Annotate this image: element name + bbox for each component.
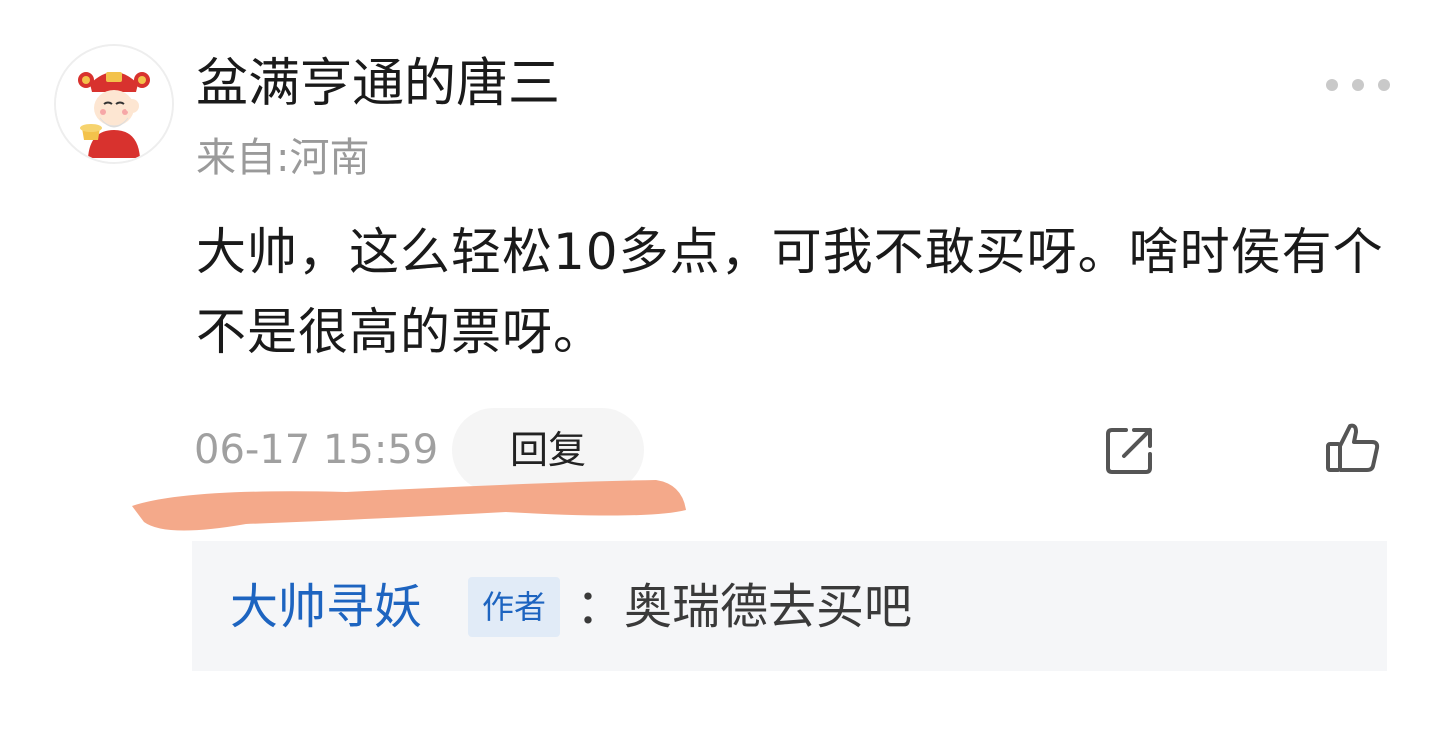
more-dots-icon [1378,79,1390,91]
author-reply-box: 大帅寻妖 作者 ：奥瑞德去买吧 [192,541,1387,671]
comment-text: 大帅，这么轻松10多点，可我不敢买呀。啥时侯有个不是很高的票呀。 [196,223,1384,361]
location-label: 来自:河南 [196,135,370,181]
reply-button[interactable]: 回复 [452,408,644,492]
author-badge: 作者 [468,577,560,637]
username[interactable]: 盆满亨通的唐三 [196,52,560,116]
share-icon [1106,428,1152,474]
reply-author-name[interactable]: 大帅寻妖 [230,575,422,639]
thumbs-up-icon [1326,423,1380,472]
share-button[interactable] [1102,422,1158,478]
comment-timestamp: 06-17 15:59 [194,427,439,473]
caishen-avatar-icon [56,46,172,162]
more-dots-icon [1352,79,1364,91]
like-button[interactable] [1322,418,1382,478]
reply-text: ：奥瑞德去买吧 [576,579,913,635]
more-dots-icon [1326,79,1338,91]
more-options-button[interactable] [1326,70,1390,100]
avatar[interactable] [54,44,174,164]
